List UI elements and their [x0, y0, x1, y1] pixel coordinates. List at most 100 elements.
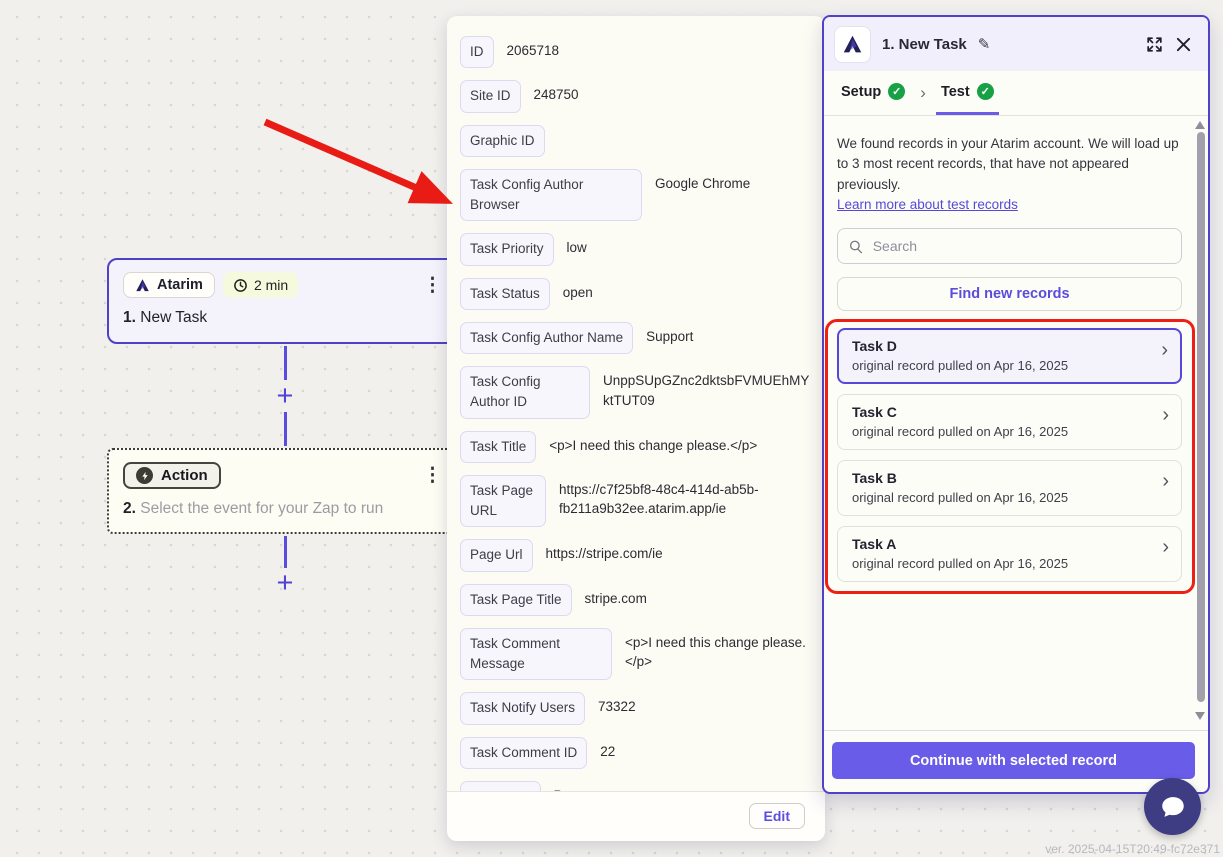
test-complete-check-icon: ✓ — [977, 83, 994, 100]
test-panel-footer: Continue with selected record — [824, 730, 1208, 792]
chevron-right-icon: › — [1162, 405, 1169, 425]
record-title: Task D — [852, 338, 1151, 354]
field-label-chip: Task Status — [460, 278, 550, 310]
tab-chevron-icon: › — [914, 71, 932, 115]
record-title: Task A — [852, 536, 1151, 552]
atarim-app-chip[interactable]: Atarim — [123, 272, 215, 298]
tab-test[interactable]: Test ✓ — [936, 71, 999, 115]
trigger-step-title: 1. New Task — [123, 309, 444, 327]
learn-more-link[interactable]: Learn more about test records — [837, 197, 1018, 212]
search-input[interactable] — [873, 238, 1171, 254]
field-value: open — [563, 278, 593, 303]
add-step-button[interactable]: + — [271, 382, 299, 410]
action-chip[interactable]: Action — [123, 462, 221, 489]
field-value: <p>I need this change please.</p> — [549, 431, 757, 456]
scrollbar-up-arrow[interactable] — [1195, 121, 1205, 129]
field-label-chip: Task Title — [460, 431, 536, 463]
field-row-graphic-id: Graphic ID — [460, 125, 810, 157]
clock-icon — [233, 278, 248, 293]
action-step-name: Select the event for your Zap to run — [140, 500, 383, 517]
record-card-task-d[interactable]: Task D original record pulled on Apr 16,… — [837, 328, 1182, 384]
record-popup-footer: Edit — [447, 791, 825, 841]
scrollbar-down-arrow[interactable] — [1195, 712, 1205, 720]
record-search-box[interactable] — [837, 228, 1182, 264]
action-node[interactable]: Action ⋮ 2. Select the event for your Za… — [107, 448, 460, 534]
field-value: https://stripe.com/ie — [546, 539, 663, 564]
chat-bubble-icon — [1159, 793, 1187, 821]
tab-setup[interactable]: Setup ✓ — [836, 71, 910, 115]
field-label-chip: Graphic ID — [460, 125, 545, 157]
action-chip-label: Action — [161, 467, 208, 484]
test-panel-header: 1. New Task ✎ — [824, 17, 1208, 71]
rename-pencil-icon[interactable]: ✎ — [978, 35, 991, 53]
field-value: <p>I need this change please.</p> — [625, 628, 810, 672]
field-row-id: ID 2065718 — [460, 36, 810, 68]
field-label-chip: Task Config Author Browser — [460, 169, 642, 222]
find-new-records-button[interactable]: Find new records — [837, 277, 1182, 311]
record-subtitle: original record pulled on Apr 16, 2025 — [852, 358, 1151, 373]
connector-line — [284, 536, 287, 568]
trigger-step-name: New Task — [140, 309, 207, 326]
search-icon — [848, 238, 864, 255]
record-subtitle: original record pulled on Apr 16, 2025 — [852, 556, 1151, 571]
field-row-task-title: Task Title <p>I need this change please.… — [460, 431, 810, 463]
lightning-bolt-icon — [136, 467, 153, 484]
version-label: ver. 2025-04-15T20:49-fc72e371 — [1045, 842, 1220, 856]
field-label-chip: Task Comment Message — [460, 628, 612, 681]
field-row-page-title: Task Page Title stripe.com — [460, 584, 810, 616]
chevron-right-icon: › — [1161, 340, 1168, 360]
record-subtitle: original record pulled on Apr 16, 2025 — [852, 490, 1151, 505]
field-value: 22 — [600, 737, 615, 762]
field-value: 2065718 — [507, 36, 560, 61]
field-label-chip: Task Type — [460, 781, 541, 791]
edit-button[interactable]: Edit — [749, 803, 805, 829]
continue-with-selected-record-button[interactable]: Continue with selected record — [832, 742, 1195, 779]
app-chip-label: Atarim — [157, 277, 203, 293]
record-card-task-c[interactable]: Task C original record pulled on Apr 16,… — [837, 394, 1182, 450]
action-step-title: 2. Select the event for your Zap to run — [123, 500, 444, 518]
chevron-right-icon: › — [1162, 471, 1169, 491]
test-panel-body: We found records in your Atarim account.… — [824, 116, 1208, 730]
expand-panel-icon[interactable] — [1145, 35, 1164, 54]
trigger-menu-kebab-icon[interactable]: ⋮ — [423, 276, 442, 295]
field-row-task-page-url: Task Page URL https://c7f25bf8-48c4-414d… — [460, 475, 810, 528]
duration-chip-label: 2 min — [254, 277, 288, 293]
trigger-node[interactable]: Atarim 2 min ⋮ 1. New Task — [107, 258, 460, 344]
record-field-list: ID 2065718 Site ID 248750 Graphic ID Tas… — [447, 16, 825, 791]
field-row-author-id: Task Config Author ID UnppSUpGZnc2dktsbF… — [460, 366, 810, 419]
field-row-author-name: Task Config Author Name Support — [460, 322, 810, 354]
test-panel-tabs: Setup ✓ › Test ✓ — [824, 71, 1208, 116]
duration-chip[interactable]: 2 min — [223, 272, 298, 298]
field-value: 73322 — [598, 692, 636, 717]
scrollbar-thumb[interactable] — [1197, 132, 1205, 702]
record-title: Task C — [852, 404, 1151, 420]
field-value: low — [567, 233, 587, 258]
field-row-task-status: Task Status open — [460, 278, 810, 310]
atarim-logo-box — [834, 26, 871, 63]
field-row-notify-users: Task Notify Users 73322 — [460, 692, 810, 724]
trigger-chip-row: Atarim 2 min — [123, 272, 444, 298]
connector-line — [284, 412, 287, 446]
field-row-task-type: Task Type Page — [460, 781, 810, 791]
field-value: Support — [646, 322, 693, 347]
record-subtitle: original record pulled on Apr 16, 2025 — [852, 424, 1151, 439]
connector-line — [284, 346, 287, 380]
record-card-task-a[interactable]: Task A original record pulled on Apr 16,… — [837, 526, 1182, 582]
add-step-button[interactable]: + — [271, 569, 299, 597]
field-value: https://c7f25bf8-48c4-414d-ab5b-fb211a9b… — [559, 475, 810, 519]
zap-editor-canvas: + + Atarim 2 min ⋮ 1. New Task Action — [0, 0, 1223, 857]
field-value: UnppSUpGZnc2dktsbFVMUEhMYktTUT09 — [603, 366, 810, 410]
record-title: Task B — [852, 470, 1151, 486]
test-step-panel: 1. New Task ✎ Setup ✓ › Test ✓ We foun — [822, 15, 1210, 794]
close-panel-icon[interactable] — [1175, 36, 1192, 53]
chat-widget-button[interactable] — [1144, 778, 1201, 835]
records-description: We found records in your Atarim account.… — [837, 134, 1182, 215]
action-menu-kebab-icon[interactable]: ⋮ — [423, 466, 442, 485]
field-value: stripe.com — [585, 584, 647, 609]
field-row-comment-id: Task Comment ID 22 — [460, 737, 810, 769]
field-label-chip: ID — [460, 36, 494, 68]
record-card-task-b[interactable]: Task B original record pulled on Apr 16,… — [837, 460, 1182, 516]
panel-step-title: 1. New Task — [882, 36, 967, 53]
field-label-chip: Task Page Title — [460, 584, 572, 616]
field-label-chip: Task Comment ID — [460, 737, 587, 769]
